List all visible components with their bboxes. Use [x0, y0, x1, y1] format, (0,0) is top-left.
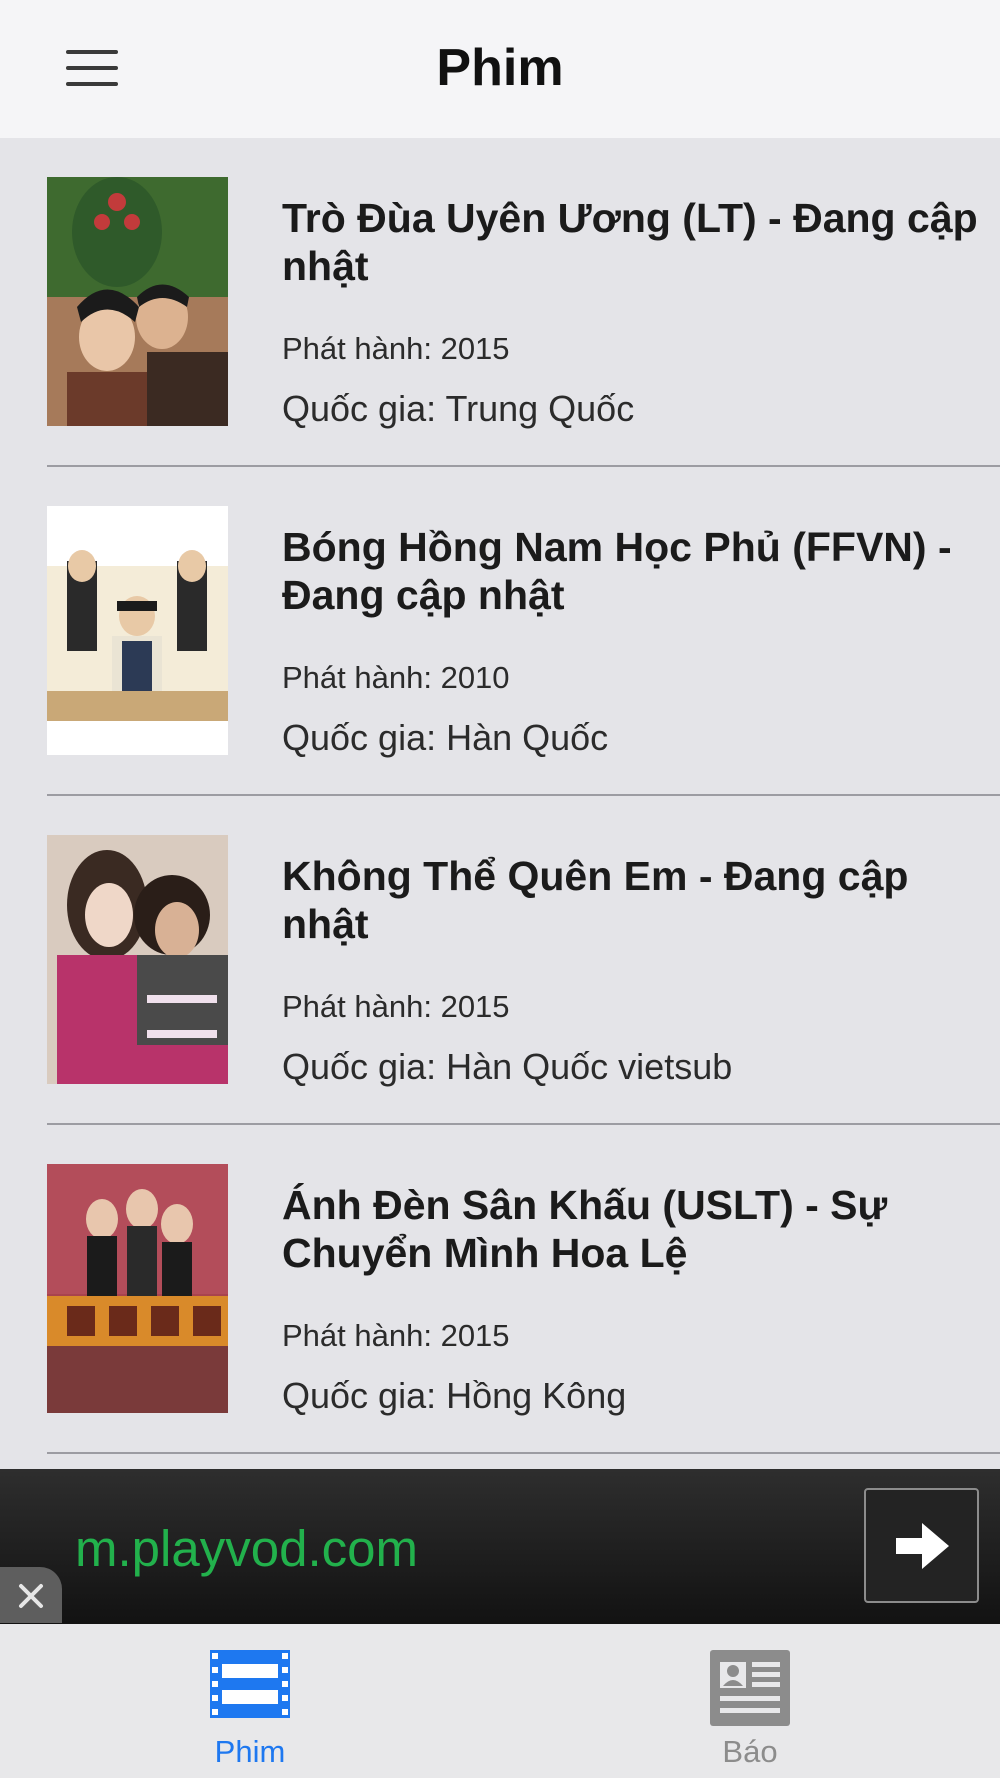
tab-phim-label: Phim	[214, 1734, 286, 1769]
movie-poster	[47, 506, 228, 755]
movie-poster	[47, 835, 228, 1084]
movie-title: Không Thể Quên Em - Đang cập nhật	[282, 853, 909, 947]
newspaper-icon	[710, 1650, 790, 1731]
movie-list: Trò Đùa Uyên Ương (LT) - Đang cập nhật P…	[0, 138, 1000, 1454]
movie-list-item[interactable]: Trò Đùa Uyên Ương (LT) - Đang cập nhật P…	[0, 138, 1000, 467]
movie-poster	[47, 177, 228, 426]
movie-release-year: Phát hành: 2015	[282, 989, 510, 1024]
ad-banner[interactable]: m.playvod.com	[0, 1469, 1000, 1624]
navigation-bar: Phim	[0, 0, 1000, 138]
movie-release-year: Phát hành: 2015	[282, 331, 510, 366]
row-divider	[47, 1452, 1000, 1454]
movie-release-year: Phát hành: 2010	[282, 660, 510, 695]
movie-country: Quốc gia: Hồng Kông	[282, 1375, 627, 1416]
movie-country: Quốc gia: Hàn Quốc	[282, 717, 609, 758]
movie-title: Bóng Hồng Nam Học Phủ (FFVN) - Đang cập …	[282, 524, 952, 618]
movie-poster	[47, 1164, 228, 1413]
movie-country: Quốc gia: Trung Quốc	[282, 388, 635, 429]
tab-phim[interactable]: Phim	[0, 1624, 500, 1778]
movie-list-item[interactable]: Không Thể Quên Em - Đang cập nhật Phát h…	[0, 796, 1000, 1125]
page-title: Phim	[436, 39, 564, 97]
tab-bao[interactable]: Báo	[500, 1624, 1000, 1778]
tab-bao-label: Báo	[722, 1734, 778, 1769]
close-icon[interactable]	[0, 1567, 62, 1623]
movie-list-item[interactable]: Bóng Hồng Nam Học Phủ (FFVN) - Đang cập …	[0, 467, 1000, 796]
movie-list-item[interactable]: Ánh Đèn Sân Khấu (USLT) - Sự Chuyển Mình…	[0, 1125, 1000, 1454]
movie-release-year: Phát hành: 2015	[282, 1318, 510, 1353]
movie-country: Quốc gia: Hàn Quốc vietsub	[282, 1046, 733, 1087]
arrow-right-icon[interactable]	[864, 1488, 979, 1603]
tab-bar: Phim Báo	[0, 1624, 1000, 1778]
movie-title: Trò Đùa Uyên Ương (LT) - Đang cập nhật	[282, 195, 978, 289]
ad-link-text[interactable]: m.playvod.com	[75, 1519, 418, 1578]
film-icon	[210, 1650, 290, 1723]
movie-title: Ánh Đèn Sân Khấu (USLT) - Sự Chuyển Mình…	[282, 1182, 888, 1276]
